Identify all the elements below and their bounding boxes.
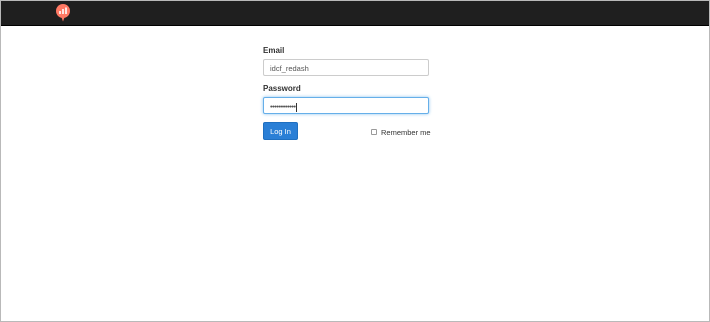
password-value: •••••••••••• — [270, 102, 296, 111]
redash-logo-icon[interactable] — [55, 4, 71, 22]
password-label: Password — [263, 84, 301, 93]
app-window: Email idcf_redash Password •••••••••••• … — [0, 0, 710, 322]
email-label: Email — [263, 46, 285, 55]
password-field[interactable]: •••••••••••• — [263, 97, 429, 114]
email-value: idcf_redash — [270, 64, 309, 73]
remember-me-label: Remember me — [381, 127, 431, 137]
top-navbar — [1, 1, 709, 26]
text-caret — [295, 102, 297, 112]
remember-me[interactable]: Remember me — [371, 127, 431, 137]
remember-me-checkbox[interactable] — [371, 129, 377, 135]
login-button[interactable]: Log In — [263, 122, 298, 140]
email-field[interactable]: idcf_redash — [263, 59, 429, 76]
